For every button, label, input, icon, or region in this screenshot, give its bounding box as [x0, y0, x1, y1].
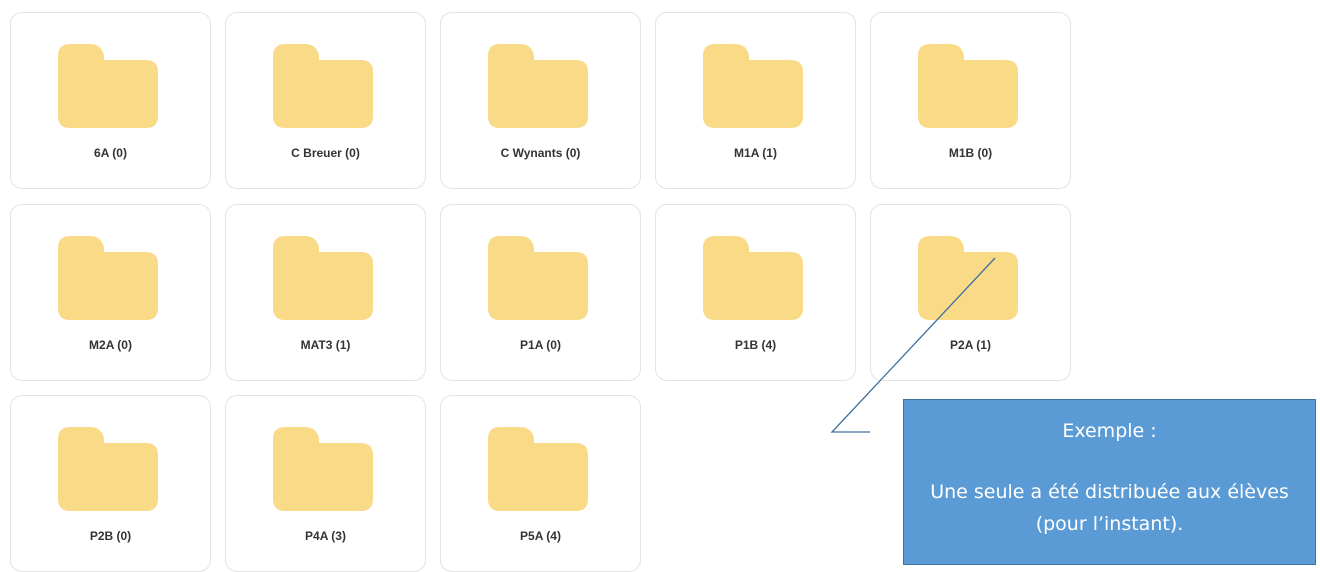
folder-card-6a[interactable]: 6A (0): [10, 12, 211, 189]
folder-card-c-breuer[interactable]: C Breuer (0): [225, 12, 426, 189]
annotation-callout: Exemple : Une seule a été distribuée aux…: [903, 399, 1316, 565]
folder-card-p5a[interactable]: P5A (4): [440, 395, 641, 572]
folder-label: P1A (0): [520, 338, 561, 352]
callout-title: Exemple :: [1062, 420, 1157, 442]
folder-label: P2A (1): [950, 338, 991, 352]
folder-card-m1b[interactable]: M1B (0): [870, 12, 1071, 189]
folder-label: 6A (0): [94, 146, 127, 160]
folder-card-m1a[interactable]: M1A (1): [655, 12, 856, 189]
folder-icon: [273, 44, 373, 128]
folder-label: C Wynants (0): [500, 146, 581, 160]
folder-icon: [58, 44, 158, 128]
folder-card-p2a[interactable]: P2A (1): [870, 204, 1071, 381]
folder-label: M2A (0): [89, 338, 132, 352]
folder-icon: [918, 236, 1018, 320]
folder-card-p1b[interactable]: P1B (4): [655, 204, 856, 381]
folder-label: P1B (4): [734, 338, 777, 352]
folder-icon: [273, 236, 373, 320]
folder-label: P5A (4): [520, 529, 561, 543]
folder-label: MAT3 (1): [300, 338, 351, 352]
folder-icon: [488, 236, 588, 320]
folder-icon: [703, 236, 803, 320]
folder-label: M1B (0): [948, 146, 993, 160]
folder-icon: [488, 427, 588, 511]
callout-body: Une seule a été distribuée aux élèves (p…: [930, 481, 1289, 535]
folder-icon: [58, 236, 158, 320]
folder-icon: [488, 44, 588, 128]
folder-card-p4a[interactable]: P4A (3): [225, 395, 426, 572]
folder-label: M1A (1): [734, 146, 777, 160]
folder-icon: [273, 427, 373, 511]
folder-label: P4A (3): [305, 529, 346, 543]
folder-icon: [58, 427, 158, 511]
folder-card-mat3[interactable]: MAT3 (1): [225, 204, 426, 381]
folder-card-p1a[interactable]: P1A (0): [440, 204, 641, 381]
folder-card-c-wynants[interactable]: C Wynants (0): [440, 12, 641, 189]
folder-card-m2a[interactable]: M2A (0): [10, 204, 211, 381]
folder-icon: [703, 44, 803, 128]
folder-label: P2B (0): [89, 529, 132, 543]
folder-label: C Breuer (0): [291, 146, 360, 160]
folder-icon: [918, 44, 1018, 128]
folder-card-p2b[interactable]: P2B (0): [10, 395, 211, 572]
